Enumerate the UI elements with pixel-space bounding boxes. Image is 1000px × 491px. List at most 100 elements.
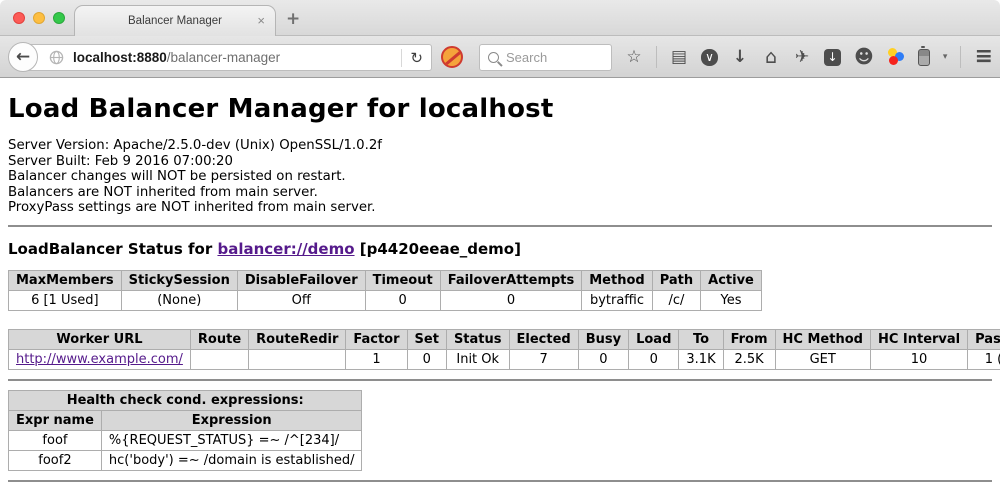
table-cell: 0 bbox=[578, 349, 628, 369]
url-bar[interactable]: localhost:8880/balancer-manager ↻ bbox=[24, 44, 432, 71]
home-icon[interactable]: ⌂ bbox=[762, 48, 780, 67]
column-header: DisableFailover bbox=[237, 270, 365, 290]
urlbar-divider bbox=[401, 49, 402, 67]
table-cell: foof bbox=[9, 430, 102, 450]
table-cell: 10 bbox=[870, 349, 967, 369]
chat-smiley-icon[interactable]: ☻ bbox=[854, 48, 874, 67]
column-header: HC Interval bbox=[870, 329, 967, 349]
battery-addon-icon[interactable] bbox=[918, 49, 930, 66]
table-row: 6 [1 Used](None)Off00bytraffic/c/Yes bbox=[9, 290, 762, 310]
menu-icon[interactable]: ≡ bbox=[974, 46, 992, 68]
table-cell: GET bbox=[775, 349, 870, 369]
table-cell: 0 bbox=[440, 290, 582, 310]
column-header: Load bbox=[629, 329, 679, 349]
table-row: http://www.example.com/10Init Ok7003.1K2… bbox=[9, 349, 1000, 369]
table-cell: Off bbox=[237, 290, 365, 310]
server-version-line: Server Version: Apache/2.5.0-dev (Unix) … bbox=[8, 138, 992, 154]
column-header: Status bbox=[446, 329, 509, 349]
column-header: Factor bbox=[346, 329, 407, 349]
save-page-icon[interactable]: ↓ bbox=[824, 49, 841, 66]
balancer-status-heading: LoadBalancer Status for balancer://demo … bbox=[8, 240, 992, 258]
column-header: StickySession bbox=[121, 270, 237, 290]
content-blocked-icon[interactable] bbox=[441, 46, 463, 68]
search-icon bbox=[488, 52, 499, 63]
health-check-table: Health check cond. expressions:Expr name… bbox=[8, 390, 362, 471]
column-header: Active bbox=[701, 270, 762, 290]
column-header: Worker URL bbox=[9, 329, 191, 349]
column-header: Route bbox=[190, 329, 248, 349]
bookmark-star-icon[interactable]: ☆ bbox=[625, 49, 643, 66]
table-cell: 0 bbox=[629, 349, 679, 369]
window-controls bbox=[13, 12, 65, 24]
table-cell: foof2 bbox=[9, 450, 102, 470]
url-path: /balancer-manager bbox=[167, 50, 280, 65]
column-header: Timeout bbox=[365, 270, 440, 290]
table-cell bbox=[249, 349, 346, 369]
pocket-icon[interactable]: ∨ bbox=[701, 49, 718, 66]
table-cell: http://www.example.com/ bbox=[9, 349, 191, 369]
column-header: Busy bbox=[578, 329, 628, 349]
column-header: Path bbox=[652, 270, 700, 290]
column-header: Method bbox=[582, 270, 652, 290]
close-window-button[interactable] bbox=[13, 12, 25, 24]
table-cell: /c/ bbox=[652, 290, 700, 310]
worker-url-link[interactable]: http://www.example.com/ bbox=[16, 352, 183, 367]
table-title: Health check cond. expressions: bbox=[9, 390, 362, 410]
table-cell: bytraffic bbox=[582, 290, 652, 310]
balancer-demo-link[interactable]: balancer://demo bbox=[217, 240, 354, 258]
column-header: MaxMembers bbox=[9, 270, 122, 290]
column-header: HC Method bbox=[775, 329, 870, 349]
column-header: FailoverAttempts bbox=[440, 270, 582, 290]
column-header: From bbox=[723, 329, 775, 349]
tab-balancer-manager[interactable]: Balancer Manager × bbox=[74, 5, 276, 36]
divider bbox=[8, 480, 992, 482]
column-header: Elected bbox=[509, 329, 578, 349]
globe-icon bbox=[49, 50, 64, 65]
page-title: Load Balancer Manager for localhost bbox=[8, 94, 992, 124]
table-cell: 2.5K bbox=[723, 349, 775, 369]
table-row: foof2hc('body') =~ /domain is establishe… bbox=[9, 450, 362, 470]
minimize-window-button[interactable] bbox=[33, 12, 45, 24]
balancer-params-table: MaxMembersStickySessionDisableFailoverTi… bbox=[8, 270, 762, 311]
table-cell: Init Ok bbox=[446, 349, 509, 369]
table-cell: Yes bbox=[701, 290, 762, 310]
divider bbox=[8, 225, 992, 227]
column-header: Expr name bbox=[9, 410, 102, 430]
tab-title: Balancer Manager bbox=[128, 15, 222, 27]
heading-prefix: LoadBalancer Status for bbox=[8, 240, 217, 258]
server-info: Server Version: Apache/2.5.0-dev (Unix) … bbox=[8, 138, 992, 216]
workers-table: Worker URLRouteRouteRedirFactorSetStatus… bbox=[8, 329, 1000, 370]
new-tab-button[interactable]: + bbox=[286, 9, 300, 29]
navigation-toolbar: localhost:8880/balancer-manager ↻ ← ☆ ▤ … bbox=[0, 36, 1000, 78]
colors-addon-icon[interactable] bbox=[887, 48, 905, 66]
reload-button[interactable]: ↻ bbox=[410, 49, 423, 67]
persist-note-line: Balancer changes will NOT be persisted o… bbox=[8, 169, 992, 185]
chevron-down-icon[interactable]: ▾ bbox=[943, 52, 948, 62]
zoom-window-button[interactable] bbox=[53, 12, 65, 24]
proxypass-note-line: ProxyPass settings are NOT inherited fro… bbox=[8, 200, 992, 216]
column-header: Passes bbox=[968, 329, 1000, 349]
table-cell: 6 [1 Used] bbox=[9, 290, 122, 310]
table-cell bbox=[190, 349, 248, 369]
column-header: Expression bbox=[101, 410, 362, 430]
table-cell: %{REQUEST_STATUS} =~ /^[234]/ bbox=[101, 430, 362, 450]
tab-close-icon[interactable]: × bbox=[257, 13, 265, 28]
table-cell: 1 (0) bbox=[968, 349, 1000, 369]
toolbar-divider bbox=[960, 46, 961, 68]
browser-window: Balancer Manager × + localhost:8880/bala… bbox=[0, 0, 1000, 491]
table-cell: hc('body') =~ /domain is established/ bbox=[101, 450, 362, 470]
inherit-note-line: Balancers are NOT inherited from main se… bbox=[8, 185, 992, 201]
reading-list-icon[interactable]: ▤ bbox=[670, 49, 688, 66]
downloads-icon[interactable]: ↓ bbox=[731, 49, 749, 66]
toolbar-divider bbox=[656, 46, 657, 68]
send-icon[interactable]: ✈ bbox=[793, 49, 811, 66]
search-box bbox=[479, 44, 612, 71]
column-header: Set bbox=[407, 329, 446, 349]
url-domain: localhost:8880 bbox=[73, 50, 167, 65]
toolbar-icons: ☆ ▤ ∨ ↓ ⌂ ✈ ↓ ☻ ▾ ≡ ▦ bbox=[625, 36, 1000, 78]
divider bbox=[8, 379, 992, 381]
page-content: Load Balancer Manager for localhost Serv… bbox=[0, 78, 1000, 482]
search-input[interactable] bbox=[506, 50, 603, 65]
server-built-line: Server Built: Feb 9 2016 07:00:20 bbox=[8, 154, 992, 170]
back-button[interactable]: ← bbox=[8, 42, 38, 72]
